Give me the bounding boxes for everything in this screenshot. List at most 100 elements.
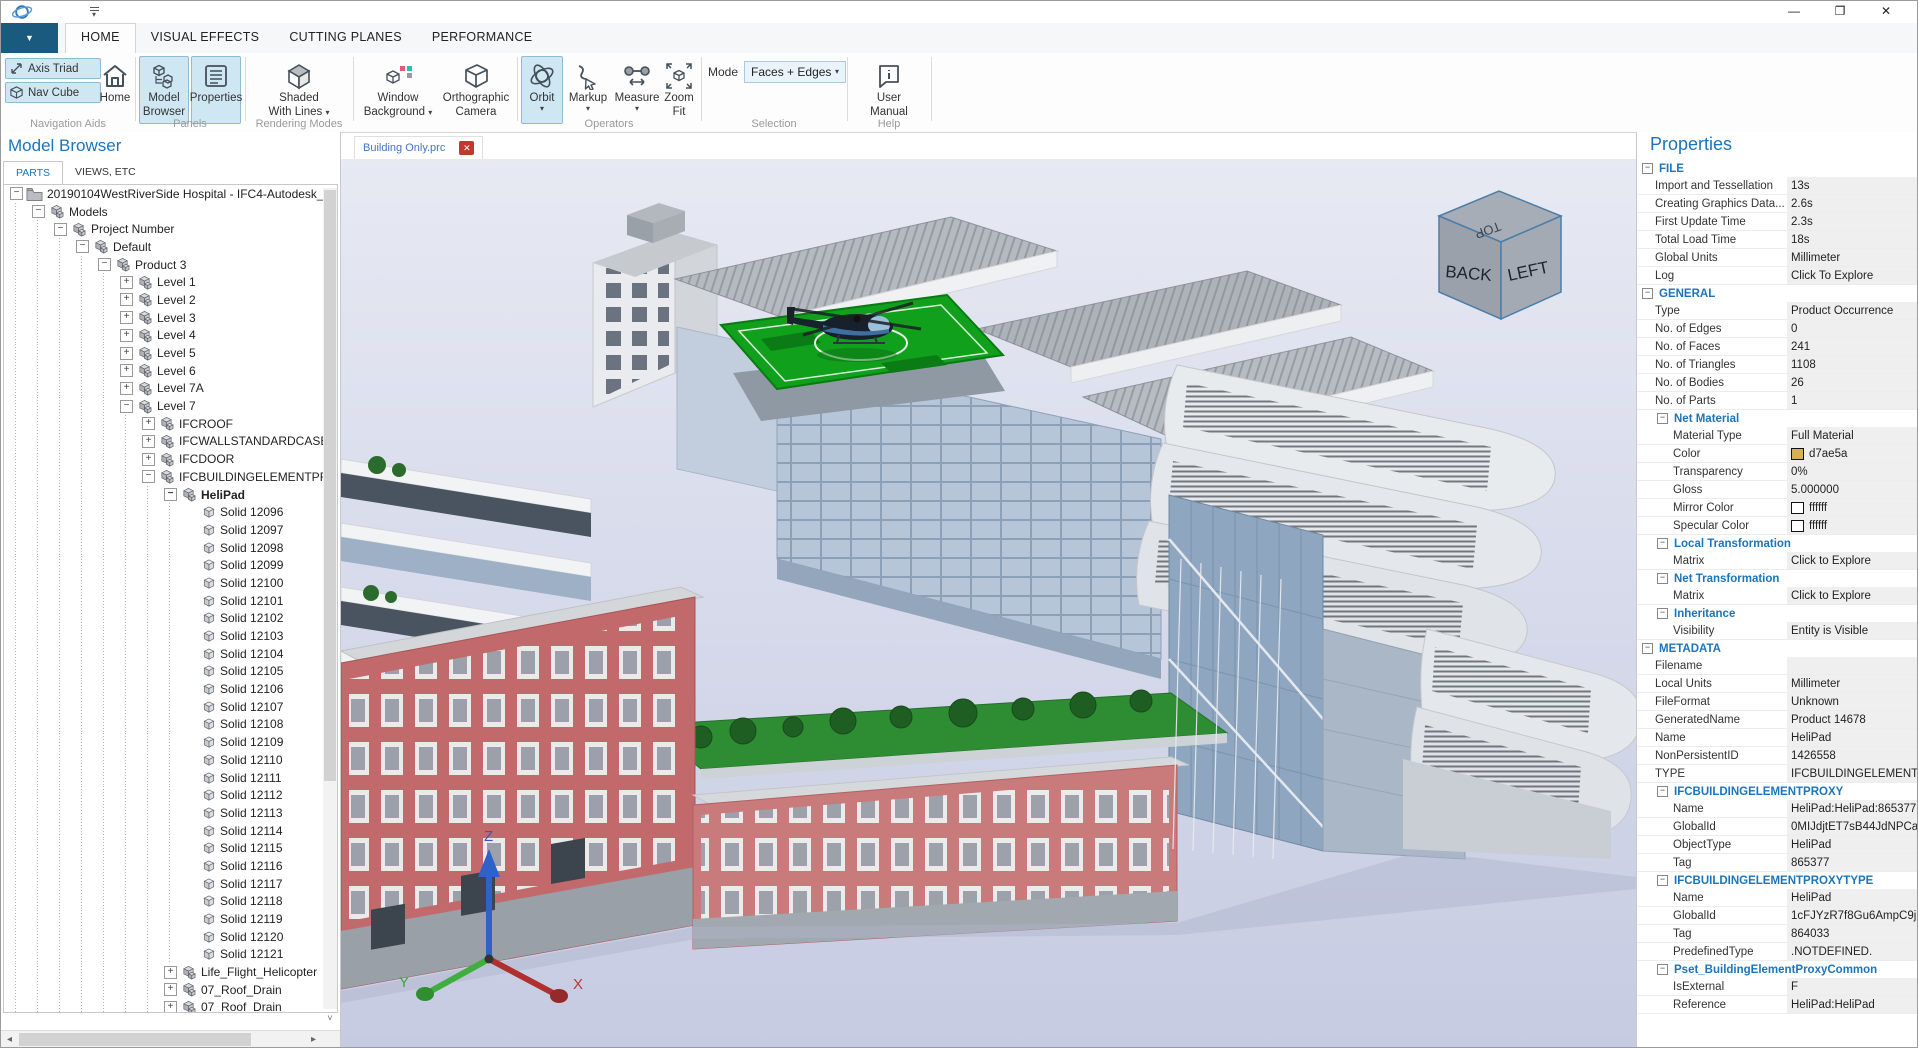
tree-expander[interactable]: + bbox=[142, 435, 155, 448]
shaded-with-lines-button[interactable]: Shaded With Lines ▾ bbox=[254, 56, 344, 124]
tree-expander[interactable]: − bbox=[164, 488, 177, 501]
tab-home[interactable]: HOME bbox=[65, 23, 136, 53]
tree-node[interactable]: Solid 12120 bbox=[4, 928, 337, 946]
scroll-right-arrow-icon[interactable]: ▸ bbox=[305, 1031, 322, 1048]
collapse-icon[interactable]: − bbox=[1642, 163, 1653, 174]
property-section-header[interactable]: −Net Material bbox=[1637, 410, 1918, 427]
tree-expander[interactable]: + bbox=[164, 983, 177, 996]
home-view-button[interactable]: Home bbox=[97, 56, 133, 124]
user-manual-button[interactable]: User Manual bbox=[859, 56, 919, 124]
file-menu-button[interactable]: ▼ bbox=[1, 23, 58, 53]
tree-node[interactable]: Solid 12100 bbox=[4, 574, 337, 592]
tree-node[interactable]: −Product 3 bbox=[4, 256, 337, 274]
property-section-header[interactable]: −Net Transformation bbox=[1637, 570, 1918, 587]
tree-expander[interactable]: + bbox=[120, 347, 133, 360]
tree-expander[interactable]: − bbox=[76, 240, 89, 253]
tree-expander[interactable]: + bbox=[120, 382, 133, 395]
collapse-icon[interactable]: − bbox=[1657, 538, 1668, 549]
tree-node[interactable]: +IFCWALLSTANDARDCASE bbox=[4, 433, 337, 451]
minimize-button[interactable]: — bbox=[1771, 1, 1817, 23]
property-section-header[interactable]: −IFCBUILDINGELEMENTPROXYTYPE bbox=[1637, 872, 1918, 889]
tree-expander[interactable]: + bbox=[120, 276, 133, 289]
tree-node[interactable]: +IFCROOF bbox=[4, 415, 337, 433]
collapse-icon[interactable]: − bbox=[1657, 875, 1668, 886]
tree-node[interactable]: Solid 12096 bbox=[4, 503, 337, 521]
nav-cube[interactable]: BACK LEFT TOP bbox=[1439, 191, 1561, 319]
collapse-icon[interactable]: − bbox=[1657, 786, 1668, 797]
tab-views-etc[interactable]: VIEWS, ETC bbox=[63, 161, 148, 184]
property-section-header[interactable]: −METADATA bbox=[1637, 640, 1918, 657]
selection-mode-dropdown[interactable]: Faces + Edges ▾ bbox=[744, 61, 846, 83]
tree-expander[interactable]: + bbox=[120, 311, 133, 324]
tree-expander[interactable]: − bbox=[142, 470, 155, 483]
tree-expander[interactable]: + bbox=[164, 966, 177, 979]
tree-expander[interactable]: + bbox=[120, 364, 133, 377]
tree-node[interactable]: +07_Roof_Drain bbox=[4, 981, 337, 999]
close-button[interactable]: ✕ bbox=[1863, 1, 1909, 23]
tree-vertical-scrollbar[interactable]: ˅ bbox=[323, 188, 337, 1009]
collapse-icon[interactable]: − bbox=[1642, 288, 1653, 299]
nav-cube-toggle[interactable]: Nav Cube bbox=[5, 82, 101, 103]
tree-expander[interactable]: − bbox=[98, 258, 111, 271]
tree-node[interactable]: +Level 5 bbox=[4, 344, 337, 362]
tree-node[interactable]: Solid 12117 bbox=[4, 875, 337, 893]
collapse-icon[interactable]: − bbox=[1657, 608, 1668, 619]
tree-node[interactable]: +Life_Flight_Helicopter bbox=[4, 963, 337, 981]
tree-node[interactable]: +Level 4 bbox=[4, 327, 337, 345]
properties-panel-button[interactable]: Properties bbox=[191, 56, 241, 124]
tree-hscroll-thumb[interactable] bbox=[19, 1033, 251, 1046]
tree-node[interactable]: Solid 12121 bbox=[4, 946, 337, 964]
collapse-icon[interactable]: − bbox=[1657, 964, 1668, 975]
tree-expander[interactable]: + bbox=[142, 417, 155, 430]
tree-expander[interactable]: + bbox=[164, 1001, 177, 1013]
property-section-header[interactable]: −Local Transformation bbox=[1637, 535, 1918, 552]
tree-node[interactable]: −Project Number bbox=[4, 220, 337, 238]
property-section-header[interactable]: −IFCBUILDINGELEMENTPROXY bbox=[1637, 783, 1918, 800]
tree-node[interactable]: +Level 6 bbox=[4, 362, 337, 380]
tree-node[interactable]: +Level 3 bbox=[4, 309, 337, 327]
tree-node[interactable]: Solid 12099 bbox=[4, 556, 337, 574]
tree-node[interactable]: −Models bbox=[4, 203, 337, 221]
quick-access-toolbar-icon[interactable]: ▾ bbox=[87, 6, 101, 18]
tree-node[interactable]: Solid 12102 bbox=[4, 610, 337, 628]
orthographic-camera-button[interactable]: Orthographic Camera bbox=[438, 56, 514, 124]
property-value[interactable]: Click to Explore bbox=[1787, 587, 1918, 604]
property-value[interactable]: Click To Explore bbox=[1787, 267, 1918, 284]
tab-parts[interactable]: PARTS bbox=[3, 161, 63, 184]
tree-node[interactable]: Solid 12097 bbox=[4, 521, 337, 539]
tree-node[interactable]: Solid 12107 bbox=[4, 698, 337, 716]
tree-node[interactable]: Solid 12119 bbox=[4, 910, 337, 928]
tree-expander[interactable]: − bbox=[54, 223, 67, 236]
orbit-button[interactable]: Orbit ▾ bbox=[521, 56, 563, 124]
restore-button[interactable]: ❐ bbox=[1817, 1, 1863, 23]
markup-button[interactable]: Markup ▾ bbox=[565, 56, 611, 124]
tree-node[interactable]: Solid 12101 bbox=[4, 592, 337, 610]
tree-node[interactable]: Solid 12109 bbox=[4, 733, 337, 751]
tab-close-icon[interactable]: ✕ bbox=[459, 141, 474, 155]
tab-performance[interactable]: PERFORMANCE bbox=[417, 23, 548, 53]
collapse-icon[interactable]: − bbox=[1642, 643, 1653, 654]
tree-node[interactable]: −20190104WestRiverSide Hospital - IFC4-A… bbox=[4, 185, 337, 203]
tree-node[interactable]: Solid 12104 bbox=[4, 645, 337, 663]
model-browser-panel-button[interactable]: Model Browser bbox=[139, 56, 189, 124]
tree-node[interactable]: Solid 12110 bbox=[4, 751, 337, 769]
scroll-left-arrow-icon[interactable]: ◂ bbox=[1, 1031, 18, 1048]
collapse-icon[interactable]: − bbox=[1657, 573, 1668, 584]
tree-node[interactable]: Solid 12118 bbox=[4, 893, 337, 911]
tree-node[interactable]: Solid 12114 bbox=[4, 822, 337, 840]
tree-expander[interactable]: − bbox=[10, 187, 23, 200]
tree-node[interactable]: +07_Roof_Drain bbox=[4, 999, 337, 1013]
tree-horizontal-scrollbar[interactable]: ◂ ▸ bbox=[1, 1030, 340, 1048]
tree-vscroll-thumb[interactable] bbox=[324, 190, 336, 781]
tree-expander[interactable]: − bbox=[120, 400, 133, 413]
tree-node[interactable]: −IFCBUILDINGELEMENTPROXY bbox=[4, 468, 337, 486]
property-section-header[interactable]: −GENERAL bbox=[1637, 285, 1918, 302]
property-section-header[interactable]: −Pset_BuildingElementProxyCommon bbox=[1637, 961, 1918, 978]
tree-node[interactable]: Solid 12115 bbox=[4, 839, 337, 857]
tab-cutting-planes[interactable]: CUTTING PLANES bbox=[274, 23, 417, 53]
measure-button[interactable]: Measure ▾ bbox=[613, 56, 661, 124]
tree-node[interactable]: Solid 12106 bbox=[4, 680, 337, 698]
tree-node[interactable]: +Level 1 bbox=[4, 273, 337, 291]
property-value[interactable]: Click to Explore bbox=[1787, 552, 1918, 569]
tree-node[interactable]: Solid 12116 bbox=[4, 857, 337, 875]
